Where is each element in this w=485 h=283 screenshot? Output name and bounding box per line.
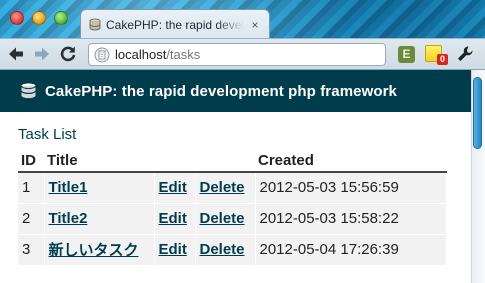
column-header-title: Title [44, 149, 154, 173]
task-id: 2 [18, 203, 45, 235]
edit-link[interactable]: Edit [159, 210, 187, 227]
scrollbar-thumb[interactable] [473, 77, 482, 149]
task-title-link[interactable]: 新しいタスク [49, 242, 139, 259]
notes-count-badge: 0 [437, 54, 448, 65]
table-row: 1 Title1 Edit Delete 2012-05-03 15:56:59 [18, 172, 447, 204]
task-table: ID Title Created 1 Title1 Edit Delete 20… [18, 149, 447, 266]
forward-button[interactable] [32, 44, 52, 64]
column-header-id: ID [18, 149, 44, 173]
arrow-left-icon [9, 47, 23, 61]
page-viewport: CakePHP: the rapid development php frame… [0, 70, 471, 283]
page-icon [94, 47, 110, 62]
main-content: Task List ID Title Created 1 Title1 Edit… [0, 112, 471, 266]
url-path: /tasks [166, 47, 201, 62]
site-title: CakePHP: the rapid development php frame… [45, 82, 397, 100]
tab-close-icon[interactable]: × [249, 18, 261, 32]
task-created: 2012-05-03 15:56:59 [255, 172, 447, 204]
table-header-row: ID Title Created [18, 149, 446, 173]
address-bar[interactable]: localhost/tasks [88, 43, 386, 66]
cake-icon [20, 83, 37, 99]
reload-button[interactable] [58, 44, 78, 64]
edit-link[interactable]: Edit [159, 179, 187, 196]
delete-link[interactable]: Delete [200, 241, 245, 258]
task-created: 2012-05-04 17:26:39 [255, 234, 447, 266]
zoom-window-button[interactable] [54, 11, 68, 25]
evernote-icon[interactable]: E [398, 46, 415, 63]
task-title-link[interactable]: Title2 [49, 210, 88, 227]
site-header: CakePHP: the rapid development php frame… [0, 70, 471, 112]
browser-toolbar: localhost/tasks E 0 [0, 38, 485, 70]
column-header-created: Created [255, 149, 446, 173]
back-button[interactable] [6, 44, 26, 64]
tab-title: CakePHP: the rapid development php frame… [106, 17, 244, 32]
wrench-icon[interactable] [455, 44, 475, 64]
browser-tab[interactable]: CakePHP: the rapid development php frame… [80, 9, 270, 38]
task-title-link[interactable]: Title1 [49, 179, 88, 196]
task-id: 3 [18, 234, 45, 266]
delete-link[interactable]: Delete [200, 179, 245, 196]
edit-link[interactable]: Edit [159, 241, 187, 258]
arrow-right-icon [35, 47, 49, 61]
task-id: 1 [18, 172, 45, 204]
url-text: localhost/tasks [115, 47, 200, 62]
window-titlebar: CakePHP: the rapid development php frame… [0, 0, 485, 38]
cake-icon [89, 18, 101, 31]
table-row: 2 Title2 Edit Delete 2012-05-03 15:58:22 [18, 203, 447, 235]
table-row: 3 新しいタスク Edit Delete 2012-05-04 17:26:39 [18, 234, 447, 266]
delete-link[interactable]: Delete [200, 210, 245, 227]
close-window-button[interactable] [10, 11, 24, 25]
column-header-edit [154, 149, 195, 173]
minimize-window-button[interactable] [32, 11, 46, 25]
column-header-delete [195, 149, 255, 173]
page-title: Task List [18, 126, 77, 143]
reload-icon [60, 46, 76, 62]
url-host: localhost [115, 47, 167, 62]
task-created: 2012-05-03 15:58:22 [255, 203, 447, 235]
